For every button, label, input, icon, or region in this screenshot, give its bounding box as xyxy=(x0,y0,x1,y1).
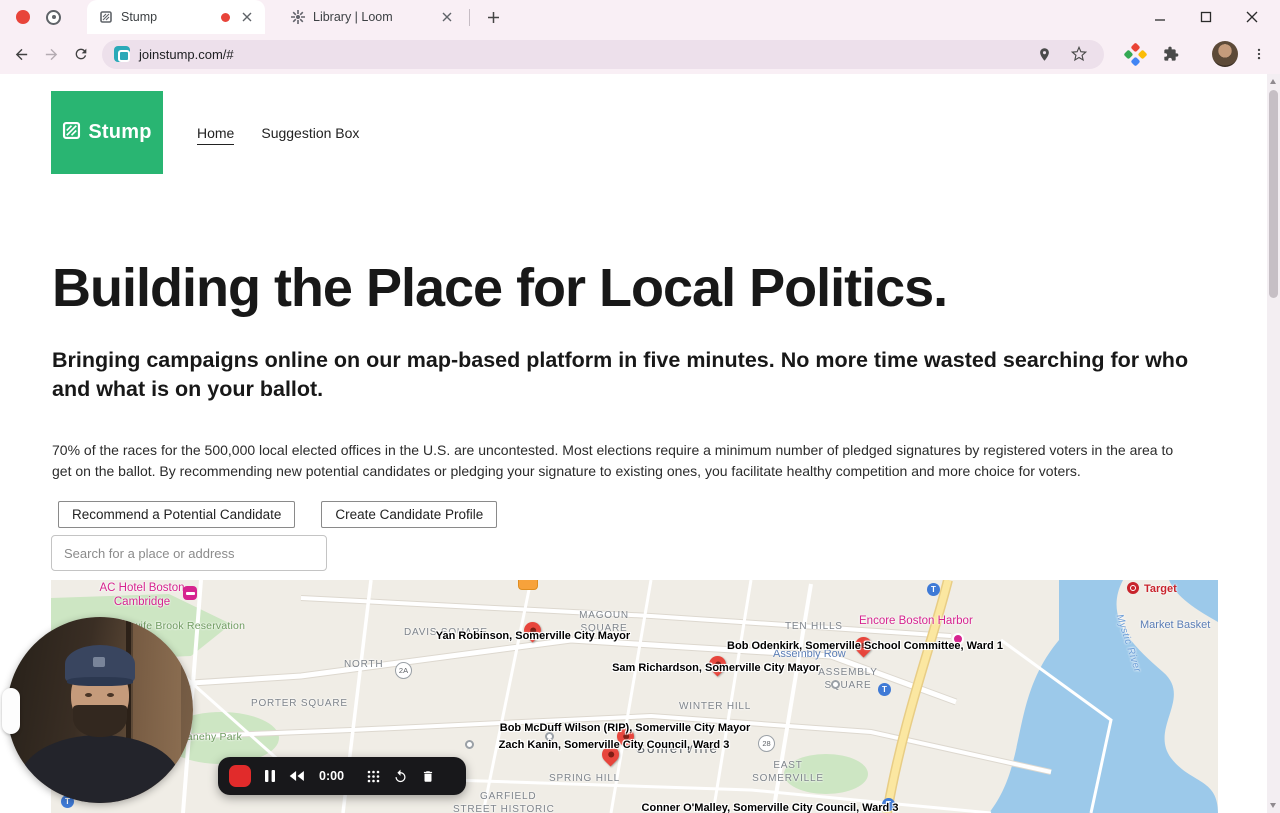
cta-row: Recommend a Potential Candidate Create C… xyxy=(58,501,498,528)
location-icon[interactable] xyxy=(1031,41,1057,67)
tab-close-icon[interactable] xyxy=(438,9,455,26)
route-28-badge: 28 xyxy=(758,735,775,752)
restart-recording-button[interactable] xyxy=(393,769,408,784)
person-eye xyxy=(107,693,114,697)
person-cap-brim xyxy=(67,677,133,686)
pin-label: Sam Richardson, Somerville City Mayor xyxy=(612,662,820,674)
recording-timer: 0:00 xyxy=(319,769,345,783)
recording-dot-icon xyxy=(16,10,30,24)
stump-logo-icon xyxy=(62,121,81,145)
station-icon xyxy=(465,740,474,749)
map-label-assembly-square: ASSEMBLY SQUARE xyxy=(818,667,878,691)
map-label-spring-hill: SPRING HILL xyxy=(549,773,621,784)
station-icon xyxy=(831,680,840,689)
loom-favicon xyxy=(291,10,305,24)
tab-recording-indicator xyxy=(221,12,230,22)
logo-text: Stump xyxy=(88,121,152,143)
url-text: joinstump.com/# xyxy=(139,46,234,62)
recommend-candidate-button[interactable]: Recommend a Potential Candidate xyxy=(58,501,296,528)
transit-t-icon xyxy=(927,583,940,596)
stump-logo[interactable]: Stump xyxy=(51,91,163,174)
maximize-button[interactable] xyxy=(1190,3,1222,31)
reload-button[interactable] xyxy=(68,41,94,67)
main-nav: Home Suggestion Box xyxy=(197,125,359,145)
tab-title: Library | Loom xyxy=(313,10,393,24)
map-label-market-basket: Market Basket xyxy=(1140,619,1211,631)
hotel-poi-icon xyxy=(183,586,197,600)
extensions-puzzle-icon[interactable] xyxy=(1158,41,1184,67)
profile-avatar[interactable] xyxy=(1212,41,1238,67)
tab-stump[interactable]: Stump xyxy=(87,0,265,34)
record-ring-icon xyxy=(46,9,61,25)
map-label-garfield: GARFIELD xyxy=(480,791,537,802)
map-label-ten-hills: TEN HILLS xyxy=(785,621,843,632)
pin-label: Conner O'Malley, Somerville City Council… xyxy=(641,802,899,813)
forward-button[interactable] xyxy=(38,41,64,67)
person-beard xyxy=(73,705,127,737)
pin-label: Bob McDuff Wilson (RIP), Somerville City… xyxy=(499,722,751,734)
back-button[interactable] xyxy=(8,41,34,67)
page-content: Stump Home Suggestion Box Building the P… xyxy=(0,74,1267,813)
site-icon xyxy=(114,46,130,62)
page-title: Building the Place for Local Politics. xyxy=(52,258,948,318)
delete-recording-button[interactable] xyxy=(421,769,435,784)
loom-control-bar: 0:00 xyxy=(218,757,466,795)
pin-label: Zach Kanin, Somerville City Council, War… xyxy=(498,739,730,751)
stop-recording-button[interactable] xyxy=(229,765,251,787)
map-label-east-somerville: EAST SOMERVILLE xyxy=(752,760,824,784)
hero-body-text: 70% of the races for the 500,000 local e… xyxy=(52,442,1174,480)
bookmark-star-icon[interactable] xyxy=(1066,41,1092,67)
address-bar[interactable]: joinstump.com/# xyxy=(102,39,1104,69)
tab-divider xyxy=(469,8,470,26)
new-tab-button[interactable] xyxy=(480,4,506,30)
extension-colored-icon[interactable] xyxy=(1122,41,1148,67)
minimize-button[interactable] xyxy=(1144,3,1176,31)
close-window-button[interactable] xyxy=(1236,3,1268,31)
map-label-north: NORTH xyxy=(344,659,384,670)
scroll-down-arrow-icon[interactable] xyxy=(1270,803,1276,808)
tab-close-icon[interactable] xyxy=(238,9,255,26)
nav-home[interactable]: Home xyxy=(197,125,235,145)
map-label-target: Target xyxy=(1144,583,1177,595)
grid-handle-icon[interactable] xyxy=(367,770,380,783)
webcam-bubble[interactable] xyxy=(7,617,193,803)
browser-toolbar: joinstump.com/# xyxy=(0,34,1280,74)
nav-suggestion-box[interactable]: Suggestion Box xyxy=(261,125,359,145)
tab-strip: Stump Library | Loom xyxy=(0,0,1280,34)
person-eye xyxy=(85,693,92,697)
scrollbar-thumb[interactable] xyxy=(1269,90,1278,298)
map-label-winter-hill: WINTER HILL xyxy=(679,701,752,712)
map-label-encore: Encore Boston Harbor xyxy=(859,615,973,627)
tab-loom-library[interactable]: Library | Loom xyxy=(279,0,465,34)
rewind-button[interactable] xyxy=(289,769,306,783)
target-poi-icon xyxy=(1127,582,1139,594)
window-controls xyxy=(1144,0,1280,34)
stump-favicon xyxy=(99,10,113,24)
route-2a-badge: 2A xyxy=(395,662,412,679)
map-label-street-historic: STREET HISTORIC xyxy=(453,804,555,813)
webcam-drag-handle[interactable] xyxy=(2,688,20,734)
pin-label: Bob Odenkirk, Somerville School Committe… xyxy=(727,640,1003,652)
page-scrollbar[interactable] xyxy=(1267,74,1280,813)
browser-chrome: Stump Library | Loom joinstump.com/# xyxy=(0,0,1280,74)
transit-t-icon xyxy=(878,683,891,696)
map-label-porter-square: PORTER SQUARE xyxy=(251,698,348,709)
pause-button[interactable] xyxy=(264,769,276,783)
scroll-up-arrow-icon[interactable] xyxy=(1270,79,1276,84)
route-shield-icon xyxy=(518,580,538,590)
place-search-input[interactable] xyxy=(51,535,327,571)
menu-dots-icon[interactable] xyxy=(1246,41,1272,67)
pin-label: Yan Robinson, Somerville City Mayor xyxy=(435,630,631,642)
hero-subtitle: Bringing campaigns online on our map-bas… xyxy=(52,348,1189,402)
tab-title: Stump xyxy=(121,10,158,24)
create-profile-button[interactable]: Create Candidate Profile xyxy=(321,501,498,528)
